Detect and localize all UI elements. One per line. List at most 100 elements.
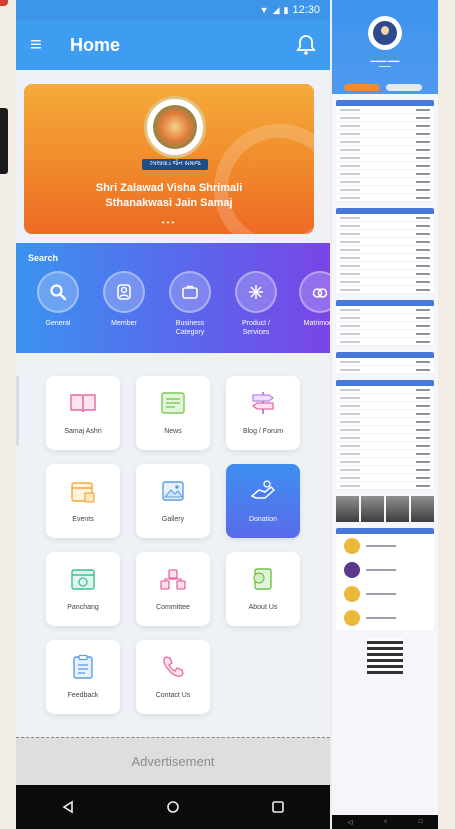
- page-title: Home: [70, 34, 121, 55]
- banner-title-line1: Shri Zalawad Visha Shrimali: [95, 182, 243, 194]
- search-business-category-button[interactable]: Business Category: [162, 271, 218, 337]
- qr-code-icon: [367, 638, 403, 674]
- profile-avatar: [368, 16, 402, 50]
- tile-label: Feedback: [67, 692, 99, 699]
- feedback-clipboard-icon: [68, 654, 98, 680]
- rings-icon: [299, 271, 330, 313]
- left-edge-fragment-red: [0, 0, 8, 6]
- tile-events[interactable]: Events: [46, 464, 120, 538]
- sparkle-icon: [235, 271, 277, 313]
- calendar-icon: [68, 478, 98, 504]
- tile-blog-forum[interactable]: Blog / Forum: [226, 376, 300, 450]
- search-item-label: Matrimony: [303, 320, 330, 327]
- home-icon[interactable]: [153, 787, 193, 827]
- back-icon[interactable]: [48, 787, 88, 827]
- profile-details-section: [336, 100, 434, 202]
- photo-thumbnail[interactable]: [411, 496, 434, 522]
- tile-feedback[interactable]: Feedback: [46, 640, 120, 714]
- search-heading: Search: [28, 253, 59, 263]
- back-icon: ◁: [347, 819, 353, 826]
- tile-label: Donation: [248, 516, 278, 523]
- tile-gallery[interactable]: Gallery: [136, 464, 210, 538]
- tile-about-us[interactable]: About Us: [226, 552, 300, 626]
- member-list-item[interactable]: [336, 606, 434, 630]
- status-time: 12:30: [292, 4, 320, 16]
- gallery-icon: [158, 478, 188, 504]
- profile-tab-active[interactable]: [344, 84, 380, 91]
- tile-label: Samaj Ashri: [64, 428, 102, 435]
- contact-phone-icon: [158, 654, 188, 680]
- book-icon: [68, 390, 98, 416]
- advertisement-label: Advertisement: [131, 754, 215, 769]
- briefcase-icon: [169, 271, 211, 313]
- search-item-label: General: [45, 320, 71, 327]
- profile-tab-inactive[interactable]: [386, 84, 422, 91]
- profile-header: ▬▬▬▬ ▬▬▬ ▬▬▬▬: [332, 0, 438, 94]
- signpost-icon: [248, 390, 278, 416]
- profile-extra-section: [336, 352, 434, 374]
- photo-thumbnail[interactable]: [336, 496, 359, 522]
- member-list-item[interactable]: [336, 534, 434, 558]
- tile-samaj-ashri[interactable]: Samaj Ashri: [46, 376, 120, 450]
- hamburger-menu-icon[interactable]: ≡: [30, 34, 70, 57]
- carousel-indicator[interactable]: •••: [24, 218, 314, 227]
- panchang-calendar-icon: [68, 566, 98, 592]
- samaj-banner[interactable]: ઝાલાવાડ જૈન સમાજ Shri Zalawad Visha Shri…: [24, 84, 314, 234]
- android-nav-bar: [16, 785, 330, 829]
- tile-label: News: [164, 428, 182, 435]
- search-item-label: Business Category: [175, 320, 205, 336]
- preview-nav-bar: ◁ ○ □: [332, 815, 438, 829]
- home-icon: ○: [383, 819, 388, 825]
- wifi-icon: ▼: [259, 5, 269, 15]
- about-us-icon: [248, 566, 278, 592]
- member-list-item[interactable]: [336, 582, 434, 606]
- photo-thumbnail[interactable]: [386, 496, 409, 522]
- search-item-label: Product / Services: [241, 320, 270, 336]
- advertisement-banner[interactable]: Advertisement: [16, 737, 330, 785]
- profile-members-section: [336, 528, 434, 630]
- recents-icon: □: [418, 819, 423, 825]
- tile-label: Gallery: [161, 516, 185, 523]
- profile-business-section: [336, 300, 434, 346]
- tile-label: Committee: [156, 604, 190, 611]
- profile-tabs: [344, 84, 422, 91]
- profile-subtitle-placeholder: ▬▬▬▬: [379, 64, 391, 68]
- search-general-button[interactable]: General: [30, 271, 86, 328]
- grid-scroll-edge: [16, 376, 19, 446]
- emblem-caption: ઝાલાવાડ જૈન સમાજ: [142, 159, 208, 170]
- search-panel: Search General Member Business Category: [16, 243, 330, 353]
- committee-icon: [158, 566, 188, 592]
- tile-label: About Us: [248, 604, 278, 611]
- search-member-button[interactable]: Member: [96, 271, 152, 328]
- tile-news[interactable]: News: [136, 376, 210, 450]
- phone-screen: ▼ ◢ ▮ 12:30 ≡ Home ઝાલાવાડ જૈન સમાજ Shri…: [16, 0, 330, 829]
- tile-label: Events: [72, 516, 94, 523]
- profile-photo-strip: [336, 496, 434, 522]
- status-bar: ▼ ◢ ▮ 12:30: [16, 0, 330, 20]
- tile-label: Panchang: [67, 604, 99, 611]
- photo-thumbnail[interactable]: [361, 496, 384, 522]
- search-product-services-button[interactable]: Product / Services: [228, 271, 284, 337]
- tile-label: Contact Us: [155, 692, 191, 699]
- battery-icon: ▮: [283, 4, 289, 15]
- search-icon: [37, 271, 79, 313]
- tile-contact-us[interactable]: Contact Us: [136, 640, 210, 714]
- samaj-emblem-logo: [144, 96, 206, 158]
- donation-hand-icon: [248, 478, 278, 504]
- banner-title-line2: Sthanakwasi Jain Samaj: [105, 197, 233, 209]
- profile-family-section: [336, 380, 434, 490]
- profile-name-placeholder: ▬▬▬▬ ▬▬▬: [370, 58, 400, 63]
- news-icon: [158, 390, 188, 416]
- tile-donation[interactable]: Donation: [226, 464, 300, 538]
- profile-contact-section: [336, 208, 434, 294]
- tile-panchang[interactable]: Panchang: [46, 552, 120, 626]
- recents-icon[interactable]: [258, 787, 298, 827]
- user-icon: [103, 271, 145, 313]
- left-edge-fragment-dark: [0, 108, 8, 174]
- tile-label: Blog / Forum: [242, 428, 284, 435]
- member-list-item[interactable]: [336, 558, 434, 582]
- search-matrimony-button[interactable]: Matrimony: [292, 271, 330, 328]
- notification-bell-icon[interactable]: [296, 34, 316, 56]
- tile-committee[interactable]: Committee: [136, 552, 210, 626]
- profile-screen-preview: ▬▬▬▬ ▬▬▬ ▬▬▬▬ ◁ ○ □: [332, 0, 438, 829]
